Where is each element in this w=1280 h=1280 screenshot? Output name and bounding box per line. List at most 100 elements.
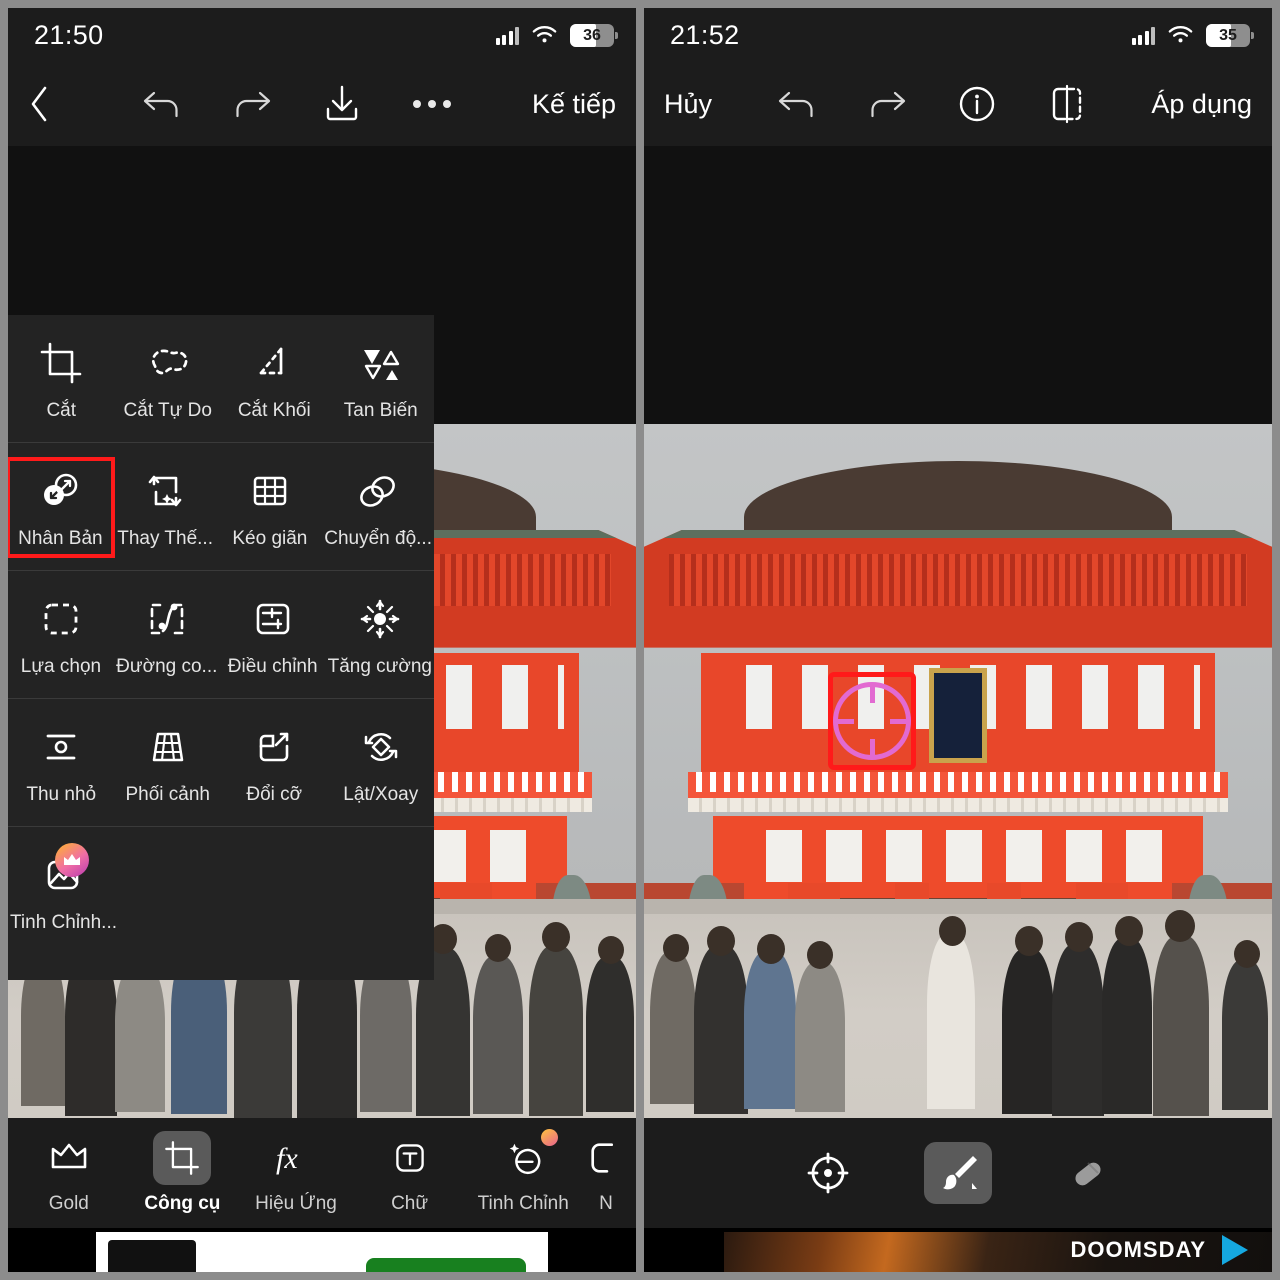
tool-selection[interactable]: Lựa chọn	[8, 587, 114, 684]
undo-button[interactable]	[139, 81, 185, 127]
compare-button[interactable]	[1044, 81, 1090, 127]
tab-label: Hiệu Ứng	[255, 1193, 337, 1214]
clone-tool-top-toolbar: Hủy Áp dụng	[644, 62, 1272, 146]
before-after-compare-icon	[1052, 84, 1081, 124]
ad-banner[interactable]: DOOMSDAY	[644, 1228, 1272, 1272]
battery-indicator: 35	[1206, 23, 1254, 47]
tool-label: Lật/Xoay	[343, 784, 419, 805]
redo-arrow-icon	[871, 91, 905, 118]
battery-percent: 36	[583, 26, 601, 44]
tool-crop[interactable]: Cắt	[8, 331, 115, 428]
dispersion-icon	[355, 337, 407, 389]
redo-arrow-icon	[236, 91, 271, 118]
clone-source-picker-button[interactable]	[794, 1142, 862, 1204]
signal-bars-icon	[495, 26, 519, 45]
tab-stickers-cutoff[interactable]: N	[580, 1131, 632, 1215]
editor-top-toolbar: Kế tiếp	[8, 62, 636, 146]
info-button[interactable]	[954, 81, 1000, 127]
text-t-icon	[381, 1131, 439, 1185]
status-bar: 21:50 36	[8, 8, 636, 62]
tab-label: Gold	[48, 1193, 89, 1214]
tool-label: Kéo giãn	[232, 528, 308, 549]
tool-clone-selected[interactable]: Nhân Bản	[8, 457, 115, 558]
perspective-icon	[142, 721, 194, 773]
clone-source-target[interactable]	[828, 672, 916, 770]
tool-replace[interactable]: Thay Thế...	[113, 459, 218, 556]
tool-free-crop[interactable]: Cắt Tự Do	[115, 331, 222, 428]
tool-retouch-premium[interactable]: Tinh Chỉnh...	[8, 843, 119, 940]
edited-photo[interactable]	[644, 424, 1272, 1164]
tool-curves[interactable]: Đường co...	[114, 587, 220, 684]
tool-label: Tăng cường	[327, 656, 432, 677]
save-button[interactable]	[319, 81, 365, 127]
crop-tools-icon	[153, 1131, 212, 1185]
download-icon	[326, 85, 358, 121]
apply-button[interactable]: Áp dụng	[1151, 89, 1252, 120]
next-button[interactable]: Kế tiếp	[532, 89, 616, 120]
clone-source-picker-icon	[807, 1152, 849, 1194]
tool-perspective[interactable]: Phối cảnh	[115, 715, 222, 812]
wifi-icon	[1168, 26, 1193, 43]
tool-label: Cắt Tự Do	[123, 400, 212, 421]
status-clock: 21:50	[34, 19, 104, 50]
crown-icon	[40, 1131, 98, 1185]
tool-label: Nhân Bản	[18, 528, 103, 549]
tool-shrink[interactable]: Thu nhỏ	[8, 715, 115, 812]
redo-button[interactable]	[864, 81, 910, 127]
tab-label: N	[599, 1193, 613, 1214]
tool-resize[interactable]: Đổi cỡ	[221, 715, 328, 812]
tool-label: Tinh Chỉnh...	[10, 912, 118, 933]
brush-button[interactable]	[924, 1142, 992, 1204]
tool-enhance[interactable]: Tăng cường	[326, 587, 434, 684]
status-indicators: 36	[495, 23, 618, 47]
status-indicators: 35	[1131, 23, 1254, 47]
undo-arrow-icon	[143, 91, 178, 118]
tab-label: Tinh Chỉnh	[477, 1193, 569, 1214]
premium-crown-badge	[55, 843, 90, 877]
undo-arrow-icon	[778, 91, 813, 118]
tool-flip-rotate[interactable]: Lật/Xoay	[328, 715, 435, 812]
tools-row: Tinh Chỉnh...	[8, 826, 434, 980]
ad-cta-button[interactable]	[366, 1258, 526, 1272]
flip-rotate-icon	[355, 721, 407, 773]
cancel-button[interactable]: Hủy	[664, 89, 712, 120]
tab-gold[interactable]: Gold	[12, 1131, 126, 1215]
tool-label: Cắt	[46, 400, 77, 421]
undo-button[interactable]	[774, 81, 820, 127]
motion-icon	[352, 465, 404, 517]
tool-dispersion[interactable]: Tan Biến	[328, 331, 435, 428]
chevron-left-icon	[31, 86, 47, 122]
tools-popup-panel: Cắt Cắt Tự Do Cắt Khối Tan Biến Nhân Bản…	[8, 315, 434, 980]
tab-text[interactable]: Chữ	[353, 1131, 467, 1215]
editor-tabbar: Gold Công cụ fx Hiệu Ứng Chữ Tinh Chỉnh …	[8, 1118, 636, 1228]
ad-banner[interactable]	[8, 1228, 636, 1272]
tool-label: Đường co...	[116, 656, 218, 677]
left-phone-screen: 21:50 36 Kế tiếp Cắt Cắt Tự Do Cắt Khối …	[0, 0, 640, 1280]
ad-title: DOOMSDAY	[1070, 1237, 1206, 1262]
brush-icon	[943, 1156, 977, 1190]
crop-icon	[35, 337, 87, 389]
tool-shape-crop[interactable]: Cắt Khối	[221, 331, 328, 428]
eraser-button[interactable]	[1054, 1142, 1122, 1204]
tool-adjust[interactable]: Điều chỉnh	[220, 587, 326, 684]
adjust-sliders-icon	[247, 593, 299, 645]
tool-motion[interactable]: Chuyển độ...	[322, 459, 434, 556]
status-clock: 21:52	[670, 19, 740, 50]
tool-label: Thu nhỏ	[26, 784, 97, 805]
tab-label: Công cụ	[144, 1193, 221, 1214]
more-dots-icon	[412, 100, 451, 108]
tab-retouch[interactable]: Tinh Chỉnh	[466, 1129, 580, 1215]
tab-effects[interactable]: fx Hiệu Ứng	[239, 1131, 353, 1215]
tool-label: Đổi cỡ	[246, 784, 303, 805]
more-options-button[interactable]	[409, 81, 455, 127]
play-triangle-icon[interactable]	[1222, 1235, 1248, 1265]
crown-icon	[64, 854, 81, 865]
tab-tools[interactable]: Công cụ	[126, 1131, 240, 1215]
tool-stretch[interactable]: Kéo giãn	[218, 459, 323, 556]
redo-button[interactable]	[229, 81, 275, 127]
shrink-icon	[35, 721, 87, 773]
tools-row: Thu nhỏ Phối cảnh Đổi cỡ Lật/Xoay	[8, 698, 434, 826]
replace-icon	[139, 465, 191, 517]
back-button[interactable]	[28, 81, 62, 127]
tools-row: Cắt Cắt Tự Do Cắt Khối Tan Biến	[8, 315, 434, 442]
